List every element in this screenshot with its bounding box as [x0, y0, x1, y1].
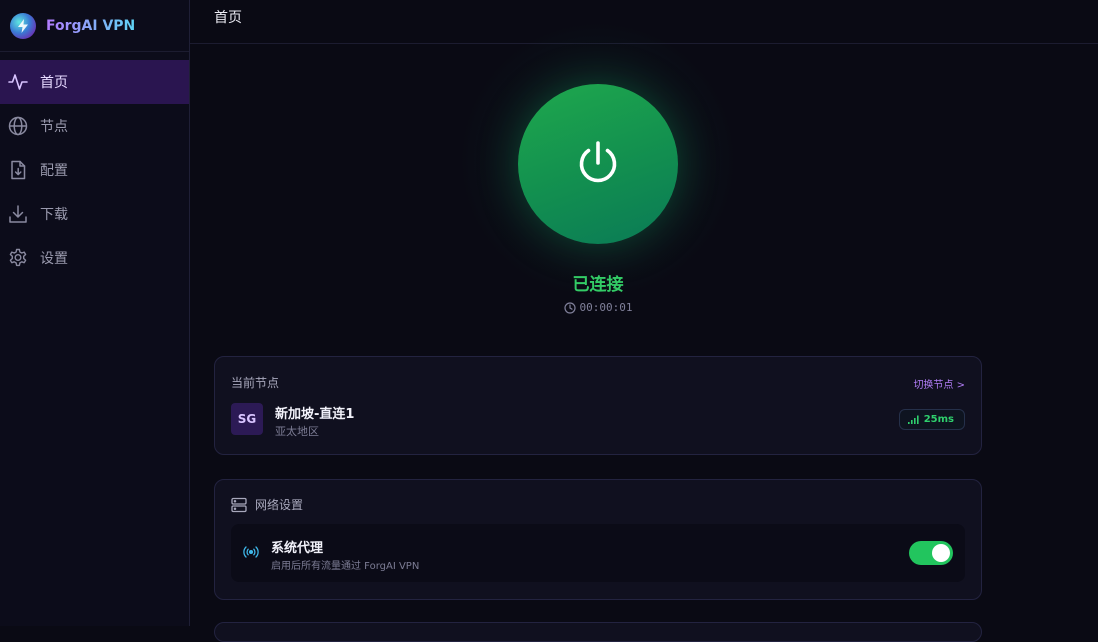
file-download-icon	[8, 160, 28, 180]
sidebar-item-label: 设置	[40, 251, 68, 267]
current-node-label: 当前节点	[231, 376, 280, 390]
activity-pulse-icon	[8, 72, 28, 92]
switch-node-link[interactable]: 切换节点 >	[913, 376, 965, 391]
signal-bars-icon	[907, 415, 924, 424]
sidebar-item-settings[interactable]: 设置	[0, 236, 189, 280]
node-name: 新加坡-直连1	[275, 407, 355, 422]
sidebar-item-config[interactable]: 配置	[0, 148, 189, 192]
system-proxy-toggle[interactable]	[909, 541, 953, 565]
app-name: ForgAI VPN	[46, 17, 136, 34]
sidebar-nav: 首页 节点 配置 下载 设置	[0, 60, 189, 280]
download-icon	[8, 204, 28, 224]
connection-timer: 00:00:01	[190, 301, 1006, 314]
sidebar-item-label: 配置	[40, 163, 68, 179]
sidebar-item-home[interactable]: 首页	[0, 60, 189, 104]
connection-status: 已连接	[572, 275, 624, 295]
toggle-knob	[932, 544, 950, 562]
server-icon	[231, 497, 247, 513]
sidebar: ForgAI VPN 首页 节点 配置 下载 设置	[0, 0, 190, 626]
sidebar-item-label: 下载	[40, 207, 68, 223]
elapsed-time: 00:00:01	[579, 301, 633, 314]
globe-icon	[8, 116, 28, 136]
network-settings-header: 网络设置	[231, 496, 303, 513]
node-region: 亚太地区	[275, 425, 319, 438]
current-node-card: 当前节点 切换节点 > SG 新加坡-直连1 亚太地区 25ms	[214, 356, 982, 455]
latency-badge: 25ms	[898, 409, 965, 430]
node-country-badge: SG	[231, 403, 263, 435]
brand: ForgAI VPN	[0, 0, 189, 52]
network-settings-label: 网络设置	[255, 498, 304, 512]
connect-power-button[interactable]	[518, 84, 678, 244]
system-proxy-description: 启用后所有流量通过 ForgAI VPN	[271, 561, 420, 572]
gear-icon	[8, 248, 28, 268]
clock-icon	[563, 301, 576, 314]
sidebar-item-label: 节点	[40, 119, 68, 135]
sidebar-item-nodes[interactable]: 节点	[0, 104, 189, 148]
network-settings-card: 网络设置 系统代理 启用后所有流量通过 ForgAI VPN	[214, 479, 982, 600]
main-content: 首页 已连接 00:00:01 当前节点 切换节点 > SG 新加坡-直连1 亚…	[190, 0, 1098, 642]
system-proxy-row: 系统代理 启用后所有流量通过 ForgAI VPN	[231, 524, 965, 582]
sidebar-item-label: 首页	[40, 75, 68, 91]
broadcast-icon	[243, 545, 259, 559]
lightning-bolt-icon	[10, 12, 36, 39]
power-icon	[575, 140, 621, 188]
system-proxy-title: 系统代理	[271, 541, 324, 556]
page-title: 首页	[214, 10, 242, 26]
next-card-partial	[214, 622, 982, 642]
sidebar-item-download[interactable]: 下载	[0, 192, 189, 236]
latency-value: 25ms	[923, 414, 954, 425]
